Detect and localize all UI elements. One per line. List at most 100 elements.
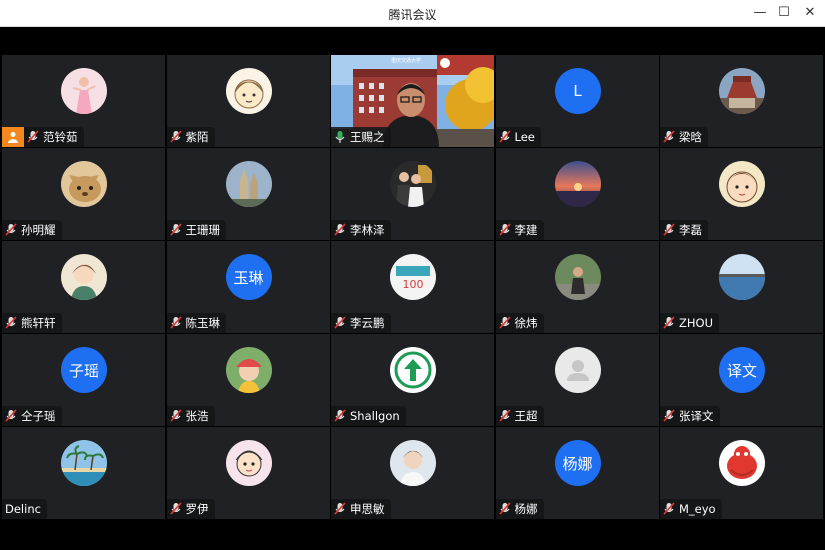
logo-100-icon: 100	[390, 254, 436, 300]
maximize-button[interactable]: ☐	[772, 3, 796, 23]
participant-tile[interactable]: 范铃茹	[2, 55, 165, 147]
avatar: 子瑶	[61, 347, 107, 393]
photo-group-icon	[390, 161, 436, 207]
name-label: 紫陌	[166, 127, 215, 147]
mic-muted-icon	[498, 316, 511, 329]
participant-name: 王超	[514, 409, 538, 423]
name-label: 仝子瑶	[2, 406, 62, 426]
window-title: 腾讯会议	[388, 8, 437, 22]
participant-tile[interactable]: M_eyo	[660, 427, 823, 519]
mic-muted-icon	[663, 409, 675, 422]
participant-name: 申思敏	[350, 502, 385, 516]
avatar	[719, 68, 765, 114]
mic-muted-icon	[334, 223, 346, 236]
participant-tile[interactable]: 申思敏	[331, 427, 494, 519]
mic-muted-icon	[5, 316, 17, 329]
avatar: L	[554, 68, 601, 114]
avatar	[61, 161, 107, 207]
participant-tile[interactable]: L Lee	[495, 55, 659, 147]
participant-name: Shallgon	[350, 409, 400, 423]
participant-tile[interactable]: 王超	[495, 334, 659, 426]
cartoon-kid-icon	[225, 440, 272, 486]
name-label: 李林泽	[331, 220, 391, 240]
participant-name: 王珊珊	[185, 223, 221, 237]
participant-name: 陈玉琳	[185, 316, 221, 330]
name-label: 王珊珊	[166, 220, 226, 240]
avatar	[719, 254, 765, 300]
arrow-up-logo-icon	[390, 347, 436, 393]
participant-name: Lee	[514, 130, 535, 144]
participant-name: 王赐之	[350, 130, 385, 144]
name-label: 罗伊	[166, 499, 215, 519]
mic-muted-icon	[498, 130, 511, 143]
mic-muted-icon	[663, 130, 675, 143]
participant-tile[interactable]: 徐炜	[495, 241, 659, 333]
avatar	[554, 254, 601, 300]
participant-tile[interactable]: 杨娜 杨娜	[495, 427, 659, 519]
participant-tile[interactable]: 玉琳 陈玉琳	[166, 241, 330, 333]
name-label: ZHOU	[660, 313, 719, 333]
mic-muted-icon	[498, 409, 511, 422]
photo-lake-icon	[719, 254, 765, 300]
participant-name: 徐炜	[514, 316, 538, 330]
mic-muted-icon	[169, 409, 182, 422]
participant-tile[interactable]: 100 李云鹏	[331, 241, 494, 333]
avatar	[554, 161, 601, 207]
participant-tile[interactable]: 李磊	[660, 148, 823, 240]
participant-tile[interactable]: 孙明耀	[2, 148, 165, 240]
avatar	[554, 347, 601, 393]
avatar	[225, 161, 272, 207]
participant-tile[interactable]: Shallgon	[331, 334, 494, 426]
participant-tile[interactable]: 王珊珊	[166, 148, 330, 240]
participant-tile[interactable]: 译文 张译文	[660, 334, 823, 426]
name-label: 杨娜	[495, 499, 544, 519]
name-label: 张译文	[660, 406, 720, 426]
photo-girl-pink-icon	[61, 68, 107, 114]
participant-tile-video[interactable]: 重庆交通大学 王赐之	[331, 55, 494, 147]
participant-name: 张译文	[679, 409, 714, 423]
participant-tile[interactable]: 梁晗	[660, 55, 823, 147]
participant-tile[interactable]: 罗伊	[166, 427, 330, 519]
close-button[interactable]: ✕	[798, 3, 822, 23]
title-bar: 腾讯会议 — ☐ ✕	[0, 0, 825, 27]
participant-name: 杨娜	[514, 502, 538, 516]
participant-tile[interactable]: 李建	[495, 148, 659, 240]
avatar	[225, 68, 272, 114]
participant-name: 熊轩轩	[21, 316, 56, 330]
participant-tile[interactable]: 张浩	[166, 334, 330, 426]
name-label: 李建	[495, 220, 544, 240]
photo-sunset-icon	[554, 161, 601, 207]
mic-muted-icon	[663, 223, 675, 236]
mic-muted-icon	[5, 223, 17, 236]
name-label: 王超	[495, 406, 544, 426]
avatar	[61, 440, 107, 486]
mic-muted-icon	[27, 130, 39, 143]
participant-name: ZHOU	[679, 316, 713, 330]
participant-name: Delinc	[5, 502, 41, 516]
cartoon-face-icon	[719, 161, 765, 207]
avatar-initials: 杨娜	[562, 454, 593, 473]
mic-muted-icon	[169, 502, 182, 515]
host-badge	[2, 127, 24, 147]
participant-tile[interactable]: Delinc	[2, 427, 165, 519]
name-label: Shallgon	[331, 406, 406, 426]
name-label: Lee	[495, 127, 541, 147]
avatar-initials: L	[573, 82, 582, 100]
red-mascot-icon	[719, 440, 765, 486]
participant-tile[interactable]: 子瑶 仝子瑶	[2, 334, 165, 426]
participant-name: 李建	[514, 223, 538, 237]
participant-name: 梁晗	[679, 130, 702, 144]
photo-person-icon	[554, 254, 601, 300]
avatar-initials: 子瑶	[68, 361, 99, 380]
participant-tile[interactable]: 熊轩轩	[2, 241, 165, 333]
avatar	[719, 440, 765, 486]
participant-tile[interactable]: ZHOU	[660, 241, 823, 333]
participant-tile[interactable]: 李林泽	[331, 148, 494, 240]
minimize-button[interactable]: —	[748, 3, 772, 23]
cartoon-girl-icon	[225, 68, 272, 114]
participant-tile[interactable]: 紫陌	[166, 55, 330, 147]
photo-building-icon	[719, 68, 765, 114]
photo-cathedral-icon	[225, 161, 272, 207]
mic-muted-icon	[663, 502, 675, 515]
mic-muted-icon	[334, 502, 346, 515]
